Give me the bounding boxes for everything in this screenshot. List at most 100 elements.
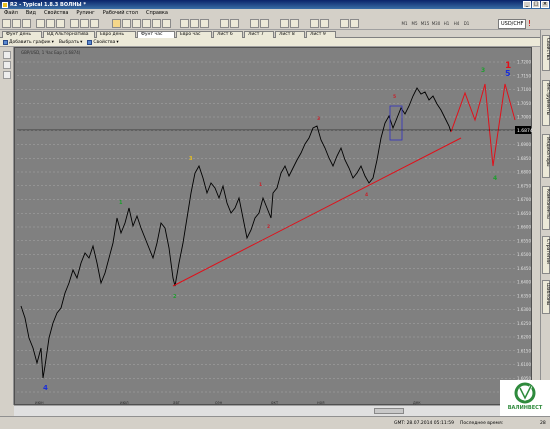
alert-icon[interactable]: ! [528,19,536,28]
right-tab-indicators[interactable]: Индикаторы [542,134,550,178]
price-label: 1.7100 [517,87,531,92]
new-icon[interactable] [2,19,11,28]
open-icon[interactable] [12,19,21,28]
properties-icon [87,39,93,45]
settings-icon[interactable] [320,19,329,28]
channel-icon[interactable] [142,19,151,28]
add-chart-button[interactable]: Добавить график ▾ [3,39,54,45]
wave-label: 4 [43,384,48,392]
fibonacci-icon[interactable] [152,19,161,28]
timeframe-d1[interactable]: D1 [462,19,471,28]
template-icon[interactable] [230,19,239,28]
select-button[interactable]: Выбрать ▾ [59,40,83,45]
right-tab-templates[interactable]: Шаблоны [542,280,550,314]
tab-list-7[interactable]: Лист 7 [244,31,274,38]
menu-properties[interactable]: Свойства [44,10,68,16]
crosshair-icon[interactable] [90,19,99,28]
window-title: R2 - Typical 1.8.3 ВОЛНЫ * [10,1,86,8]
text-icon[interactable] [162,19,171,28]
zoom-out-icon[interactable] [80,19,89,28]
timeframe-m1[interactable]: M1 [400,19,409,28]
last-time-label: Последнее время: [460,421,504,426]
price-label: 1.6300 [517,307,531,312]
trendline-tool-icon[interactable] [3,61,11,69]
chart-scrollbar[interactable] [14,405,532,416]
tab-evro-den[interactable]: Евро день [96,31,136,38]
grid-icon[interactable] [250,19,259,28]
minimize-button[interactable]: _ [523,1,531,8]
tab-list-8[interactable]: Лист 8 [275,31,305,38]
status-bar: GMT: 28.07.2014 05:11:59 Последнее время… [0,416,550,429]
right-tab-strategies[interactable]: Стратегии [542,236,550,274]
copy-icon[interactable] [46,19,55,28]
tab-evro-chas[interactable]: Евро час [176,31,212,38]
timeframe-m5[interactable]: M5 [410,19,419,28]
bar-chart-icon[interactable] [180,19,189,28]
price-label: 1.6850 [517,156,531,161]
last-time-value: 28 [540,421,546,426]
save-icon[interactable] [22,19,31,28]
price-label: 1.7050 [517,101,531,106]
candle-chart-icon[interactable] [190,19,199,28]
wave-label: 2 [173,294,177,300]
window-icon[interactable] [350,19,359,28]
wave-label: 4 [365,192,368,198]
gmt-time: GMT: 28.07.2014 05:11:59 [394,421,454,426]
zoom-in-icon[interactable] [70,19,79,28]
price-label: 1.6100 [517,362,531,367]
timeframe-h1[interactable]: H1 [442,19,451,28]
export-icon[interactable] [290,19,299,28]
price-label: 1.6200 [517,335,531,340]
wave-label: 1 [259,182,262,188]
timeframe-m15[interactable]: M15 [420,19,430,28]
timeframe-m30[interactable]: M30 [431,19,441,28]
scale-icon[interactable] [260,19,269,28]
wave-label: 5 [505,69,511,78]
right-tab-label: Свойства [544,38,550,60]
price-chart[interactable]: 1.72001.71501.71001.70501.70001.69501.69… [14,47,533,406]
timeframe-h4[interactable]: H4 [452,19,461,28]
menu-help[interactable]: Справка [146,10,168,16]
wave-label: 2 [267,224,270,230]
line-icon[interactable] [122,19,131,28]
current-price-value: 1.6874 [517,128,533,134]
indicator-icon[interactable] [220,19,229,28]
price-label: 1.6700 [517,197,531,202]
close-button[interactable]: × [541,1,549,8]
chart-legend: GBP/USD, 1 Час Бар (1.6874) [21,50,81,55]
chart-toolbar: Добавить график ▾ Выбрать ▾ Свойства ▾ [0,38,540,47]
cut-icon[interactable] [36,19,45,28]
refresh-icon[interactable] [310,19,319,28]
layout-icon[interactable] [340,19,349,28]
rectangle-tool-icon[interactable] [3,71,11,79]
cursor-icon[interactable] [112,19,121,28]
chart-canvas[interactable]: 1.72001.71501.71001.70501.70001.69501.69… [15,48,533,406]
left-tools [0,47,14,405]
pointer-tool-icon[interactable] [3,51,11,59]
price-label: 1.6900 [517,142,531,147]
scroll-thumb[interactable] [374,408,404,414]
tab-list-6[interactable]: Лист 6 [213,31,243,38]
properties-button[interactable]: Свойства ▾ [87,39,119,45]
right-panel: Свойства Инструменты Индикаторы Компонен… [540,30,550,410]
menu-ruping[interactable]: Рупинг [76,10,94,16]
menu-bar: Файл Вид Свойства Рупинг Рабочий стол Сп… [0,9,550,17]
menu-workspace[interactable]: Рабочий стол [103,10,138,16]
wave-label: 1 [119,200,123,206]
symbol-select[interactable]: USD/CHF [498,19,526,29]
line-chart-icon[interactable] [200,19,209,28]
maximize-button[interactable]: □ [532,1,540,8]
menu-file[interactable]: Файл [4,10,18,16]
hline-icon[interactable] [132,19,141,28]
wave-label: 3 [317,116,320,122]
right-tab-components[interactable]: Компоненты [542,186,550,230]
print-icon[interactable] [280,19,289,28]
right-tab-properties[interactable]: Свойства [542,35,550,71]
menu-view[interactable]: Вид [26,10,36,16]
tab-funt-den[interactable]: Фунт день [2,31,42,38]
title-bar: R2 - Typical 1.8.3 ВОЛНЫ * _ □ × [0,0,550,9]
tab-list-9[interactable]: Лист 9 [306,31,336,38]
undo-icon[interactable] [56,19,65,28]
right-tab-tools[interactable]: Инструменты [542,80,550,126]
tab-vd-alternativa[interactable]: ВД Альтернатива [43,31,95,38]
